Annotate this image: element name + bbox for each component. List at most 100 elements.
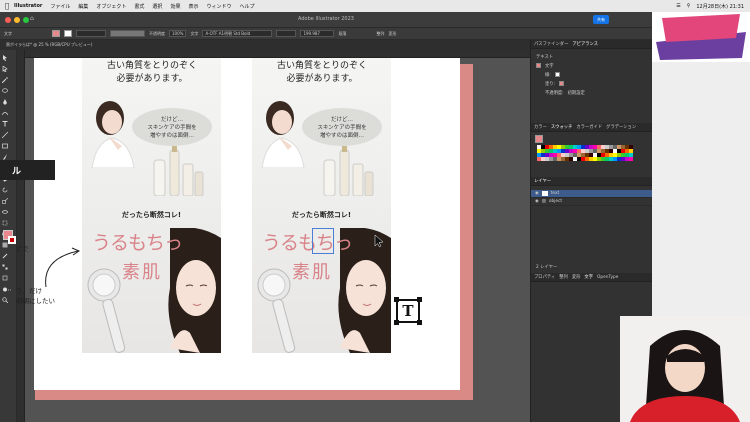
layer-row-text[interactable]: ◉ text [531, 190, 652, 198]
opacity-field[interactable]: 100% [169, 30, 187, 37]
layer-name[interactable]: object [549, 199, 562, 204]
headline-text[interactable]: 古い角質をとりのぞく 必要があります。 [260, 60, 384, 86]
tab-gradient[interactable]: グラデーション [606, 124, 636, 130]
caption-overlay: ル [0, 160, 55, 180]
title-text-line1-selected[interactable]: うるもちっ [262, 228, 353, 255]
shower-head-image[interactable] [86, 263, 126, 353]
search-icon[interactable]: ⚲ [687, 3, 691, 9]
wifi-icon[interactable]: ☰ [676, 3, 680, 9]
stroke-weight-field[interactable] [76, 30, 106, 37]
headline-text[interactable]: 古い角質をとりのぞく 必要があります。 [90, 60, 214, 86]
more-tools-icon[interactable]: ⋯ [5, 286, 12, 294]
lock-icon[interactable]: ▧ [542, 199, 546, 204]
current-fill-swatch[interactable] [535, 135, 543, 143]
tab-align[interactable]: 整列 [559, 274, 568, 280]
app-menu[interactable]: Illustrator [14, 3, 42, 9]
tab-swatches[interactable]: スウォッチ [551, 124, 572, 130]
menu-edit[interactable]: 編集 [78, 3, 88, 10]
menu-file[interactable]: ファイル [50, 3, 70, 10]
tab-color-guide[interactable]: カラーガイド [576, 124, 602, 130]
blend-tool-icon[interactable] [2, 264, 8, 270]
artboard-tool-icon[interactable] [2, 275, 8, 281]
menu-effect[interactable]: 効果 [170, 3, 180, 10]
menu-select[interactable]: 選択 [152, 3, 162, 10]
transform-label[interactable]: 変形 [388, 31, 396, 37]
menu-view[interactable]: 表示 [188, 3, 198, 10]
menu-type[interactable]: 書式 [134, 3, 144, 10]
text-selection-box[interactable] [312, 228, 334, 254]
fill-swatch-small[interactable] [559, 81, 565, 86]
menu-window[interactable]: ウィンドウ [206, 3, 231, 10]
free-transform-tool-icon[interactable] [2, 220, 8, 226]
eye-icon[interactable]: ◉ [535, 191, 539, 196]
layer-row-object[interactable]: ◉ ▧ object [531, 198, 652, 206]
banner-artwork-1[interactable]: 古い角質をとりのぞく 必要があります。 だけど… スキンケアの手間を 増やすのは… [82, 58, 221, 353]
skincare-bottles-image[interactable] [150, 146, 205, 196]
subhead-text[interactable]: だったら断然コレ! [252, 210, 391, 220]
scale-tool-icon[interactable] [2, 198, 8, 204]
stroke-color-swatch[interactable] [64, 30, 72, 37]
tab-appearance[interactable]: アピアランス [572, 41, 598, 47]
direct-selection-tool-icon[interactable] [2, 66, 8, 72]
char-color-swatch[interactable] [536, 63, 541, 68]
tab-opentype[interactable]: OpenType [597, 275, 618, 280]
eye-icon[interactable]: ◉ [535, 199, 539, 204]
apple-icon[interactable]:  [0, 2, 14, 10]
eyedropper-tool-icon[interactable] [2, 253, 8, 259]
swatch-color[interactable] [629, 157, 633, 161]
lasso-tool-icon[interactable] [2, 88, 8, 94]
canvas-area[interactable]: 古い角質をとりのぞく 必要があります。 だけど… スキンケアの手間を 増やすのは… [17, 50, 530, 422]
skincare-bottles-image[interactable] [320, 146, 375, 196]
opacity-row[interactable]: 不透明度: 初期設定 [531, 88, 652, 97]
magic-wand-tool-icon[interactable] [2, 77, 8, 83]
width-tool-icon[interactable] [2, 209, 8, 215]
variable-width-field[interactable] [110, 30, 145, 37]
font-size-field[interactable]: 199.987 [300, 30, 335, 37]
thought-bubble[interactable]: だけど… スキンケアの手間を 増やすのは面倒… [302, 108, 382, 146]
subhead-text[interactable]: だったら断然コレ! [82, 210, 221, 220]
swatch-grid[interactable] [537, 145, 652, 161]
document-tab[interactable]: 黒ポイラらぱ* @ 25 % (RGB/CPU プレビュー) [0, 40, 530, 50]
artboard[interactable]: 古い角質をとりのぞく 必要があります。 だけど… スキンケアの手間を 増やすのは… [34, 58, 460, 390]
paragraph-label[interactable]: 段落 [338, 31, 346, 37]
appearance-char-row[interactable]: 文字 [531, 61, 652, 70]
pen-tool-icon[interactable] [2, 99, 8, 105]
type-tool-icon[interactable] [2, 121, 8, 127]
title-text-line2[interactable]: 素肌 [122, 258, 162, 284]
stroke-swatch[interactable] [8, 236, 16, 244]
woman-thinking-image[interactable] [258, 98, 306, 168]
thought-bubble[interactable]: だけど… スキンケアの手間を 増やすのは面倒… [132, 108, 212, 146]
tab-properties[interactable]: プロパティ [534, 274, 555, 280]
woman-thinking-image[interactable] [88, 98, 136, 168]
menu-object[interactable]: オブジェクト [96, 3, 126, 10]
fill-row[interactable]: 塗り: [531, 79, 652, 88]
menu-help[interactable]: ヘルプ [239, 3, 254, 10]
clock[interactable]: 12月28日(木) 21:31 [696, 3, 744, 10]
zoom-tool-icon[interactable] [2, 297, 8, 303]
horizontal-ruler[interactable] [17, 50, 530, 58]
fill-color-swatch[interactable] [52, 30, 60, 37]
selection-tool-icon[interactable] [2, 55, 8, 61]
title-text-line2[interactable]: 素肌 [292, 258, 332, 284]
tab-pathfinder[interactable]: パスファインダー [534, 41, 568, 47]
tab-color[interactable]: カラー [534, 124, 547, 130]
curvature-tool-icon[interactable] [2, 110, 8, 116]
char-label[interactable]: 文字 [190, 31, 198, 37]
align-label[interactable]: 整列 [376, 31, 384, 37]
vertical-ruler[interactable] [17, 50, 25, 422]
stroke-row[interactable]: 線: [531, 70, 652, 79]
rotate-tool-icon[interactable] [2, 187, 8, 193]
share-button[interactable]: 共有 [593, 15, 609, 24]
stroke-swatch-small[interactable] [554, 72, 560, 77]
tab-layers[interactable]: レイヤー [534, 178, 551, 184]
banner-artwork-2[interactable]: 古い角質をとりのぞく 必要があります。 だけど… スキンケアの手間を 増やすのは… [252, 58, 391, 353]
rectangle-tool-icon[interactable] [2, 143, 8, 149]
title-text-line1[interactable]: うるもちっ [92, 228, 183, 255]
line-tool-icon[interactable] [2, 132, 8, 138]
layer-name[interactable]: text [551, 191, 559, 196]
font-style-field[interactable] [276, 30, 297, 37]
tab-character[interactable]: 文字 [584, 274, 593, 280]
shower-head-image[interactable] [256, 263, 296, 353]
tab-transform[interactable]: 変形 [572, 274, 581, 280]
font-family-field[interactable]: A-OTF A1明朝 Std Bold [202, 30, 273, 37]
